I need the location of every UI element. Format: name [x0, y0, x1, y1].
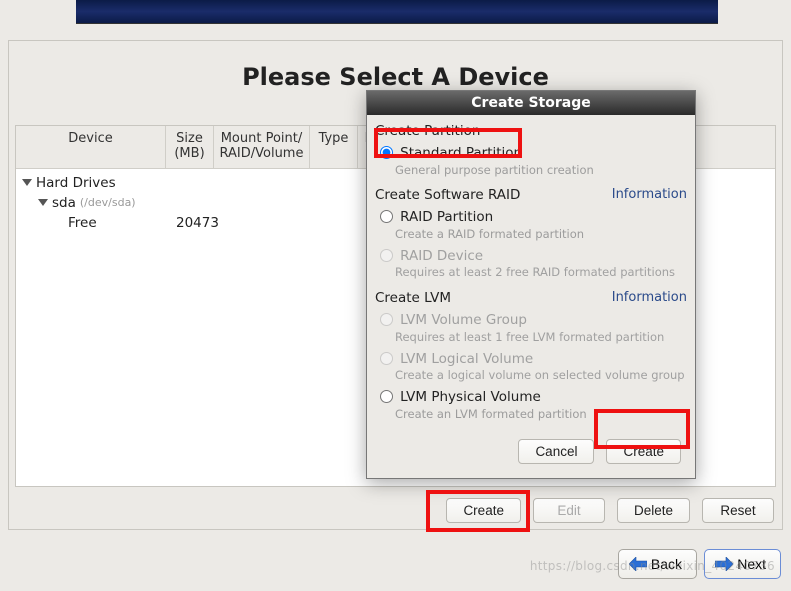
- free-label: Free: [68, 215, 97, 231]
- label-raid-device: RAID Device: [400, 248, 483, 264]
- device-sda: sda: [52, 195, 76, 211]
- chevron-down-icon[interactable]: [22, 179, 32, 186]
- dialog-create-button[interactable]: Create: [606, 439, 681, 464]
- radio-raid-device: [380, 249, 393, 262]
- page-title: Please Select A Device: [9, 63, 782, 91]
- arrow-right-icon: [715, 557, 733, 571]
- edit-button: Edit: [533, 498, 605, 523]
- arrow-left-icon: [629, 557, 647, 571]
- label-standard-partition: Standard Partition: [400, 145, 522, 161]
- dialog-body: Create Partition Standard Partition Gene…: [367, 115, 695, 478]
- dialog-title: Create Storage: [367, 91, 695, 115]
- next-label: Next: [737, 556, 766, 572]
- option-raid-partition[interactable]: RAID Partition Create a RAID formated pa…: [375, 207, 687, 241]
- option-lvm-lv: LVM Logical Volume Create a logical volu…: [375, 349, 687, 383]
- radio-standard-partition[interactable]: [380, 146, 393, 159]
- lvm-info-link[interactable]: Information: [612, 290, 687, 305]
- radio-raid-partition[interactable]: [380, 210, 393, 223]
- section-create-lvm: Create LVM Information: [375, 290, 687, 306]
- desc-lvm-pv: Create an LVM formated partition: [395, 408, 687, 422]
- chevron-down-icon[interactable]: [38, 199, 48, 206]
- col-mount[interactable]: Mount Point/ RAID/Volume: [214, 126, 310, 168]
- dialog-button-row: Cancel Create: [375, 421, 687, 470]
- col-type[interactable]: Type: [310, 126, 358, 168]
- reset-button[interactable]: Reset: [702, 498, 774, 523]
- section-create-raid: Create Software RAID Information: [375, 187, 687, 203]
- desc-raid-device: Requires at least 2 free RAID formated p…: [395, 266, 687, 280]
- raid-info-link[interactable]: Information: [612, 187, 687, 202]
- label-lvm-pv: LVM Physical Volume: [400, 389, 541, 405]
- section-create-partition: Create Partition: [375, 123, 687, 139]
- option-lvm-vg: LVM Volume Group Requires at least 1 fre…: [375, 310, 687, 344]
- create-button[interactable]: Create: [446, 498, 521, 523]
- next-button[interactable]: Next: [704, 549, 781, 579]
- label-raid-partition: RAID Partition: [400, 209, 493, 225]
- top-banner: [76, 0, 718, 24]
- action-row: Create Edit Delete Reset: [9, 498, 782, 523]
- desc-raid-partition: Create a RAID formated partition: [395, 228, 687, 242]
- delete-button[interactable]: Delete: [617, 498, 690, 523]
- desc-standard-partition: General purpose partition creation: [395, 164, 687, 178]
- option-lvm-pv[interactable]: LVM Physical Volume Create an LVM format…: [375, 387, 687, 421]
- radio-lvm-pv[interactable]: [380, 390, 393, 403]
- option-raid-device: RAID Device Requires at least 2 free RAI…: [375, 246, 687, 280]
- desc-lvm-vg: Requires at least 1 free LVM formated pa…: [395, 331, 687, 345]
- back-label: Back: [651, 556, 682, 572]
- desc-lvm-lv: Create a logical volume on selected volu…: [395, 369, 687, 383]
- cancel-button[interactable]: Cancel: [518, 439, 594, 464]
- radio-lvm-lv: [380, 352, 393, 365]
- label-lvm-lv: LVM Logical Volume: [400, 351, 533, 367]
- hard-drives-label: Hard Drives: [36, 175, 116, 191]
- back-button[interactable]: Back: [618, 549, 697, 579]
- free-size: 20473: [176, 215, 219, 231]
- col-device[interactable]: Device: [16, 126, 166, 168]
- create-storage-dialog: Create Storage Create Partition Standard…: [366, 90, 696, 479]
- option-standard-partition[interactable]: Standard Partition General purpose parti…: [375, 143, 687, 177]
- col-size[interactable]: Size (MB): [166, 126, 214, 168]
- device-sda-path: (/dev/sda): [80, 196, 136, 209]
- radio-lvm-vg: [380, 313, 393, 326]
- label-lvm-vg: LVM Volume Group: [400, 312, 527, 328]
